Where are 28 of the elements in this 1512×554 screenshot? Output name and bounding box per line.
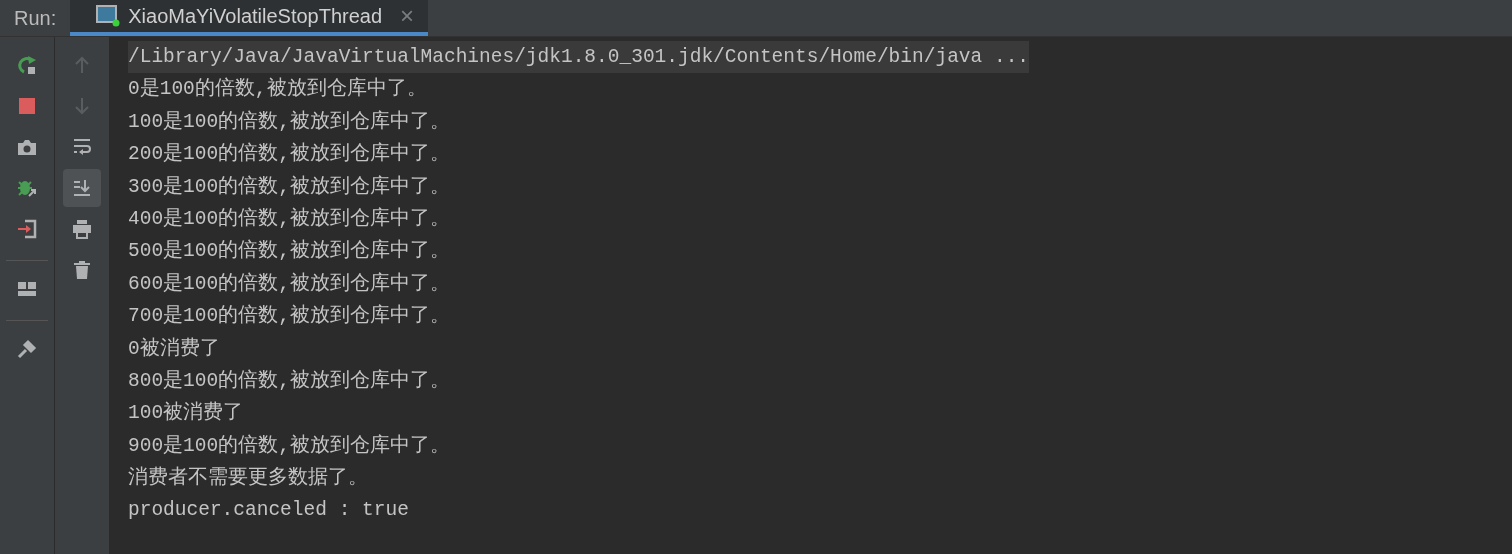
output-line: 300是100的倍数,被放到仓库中了。 bbox=[128, 174, 450, 200]
layout-icon bbox=[17, 279, 37, 299]
output-line: 400是100的倍数,被放到仓库中了。 bbox=[128, 206, 450, 232]
toolbar-button[interactable] bbox=[63, 169, 101, 207]
output-line: 800是100的倍数,被放到仓库中了。 bbox=[128, 368, 450, 394]
output-line: 消费者不需要更多数据了。 bbox=[128, 465, 368, 492]
scroll-to-end-icon bbox=[72, 178, 92, 198]
run-label: Run: bbox=[13, 5, 58, 31]
down-arrow-icon bbox=[72, 96, 92, 116]
output-line: 200是100的倍数,被放到仓库中了。 bbox=[128, 141, 450, 168]
output-line: 500是100的倍数,被放到仓库中了。 bbox=[128, 238, 450, 265]
bug-icon bbox=[17, 178, 37, 198]
output-line: 0是100的倍数,被放到仓库中了。 bbox=[128, 76, 427, 103]
output-line: 0被消费了 bbox=[128, 336, 220, 362]
rerun-icon bbox=[17, 55, 37, 75]
output-line: 700是100的倍数,被放到仓库中了。 bbox=[128, 303, 450, 330]
trash-icon bbox=[72, 260, 92, 280]
stop-icon bbox=[17, 96, 37, 116]
output-line: 600是100的倍数,被放到仓库中了。 bbox=[128, 271, 450, 297]
output-line: producer.canceled : true bbox=[128, 498, 409, 524]
exit-icon bbox=[17, 219, 37, 239]
printer-icon bbox=[72, 219, 92, 239]
camera-icon bbox=[17, 137, 37, 157]
wrap-icon bbox=[72, 137, 92, 157]
output-line: 100被消费了 bbox=[128, 400, 244, 427]
output-line: 900是100的倍数,被放到仓库中了。 bbox=[128, 433, 450, 459]
run-tab[interactable]: XiaoMaYiVolatileStopThread × bbox=[70, 0, 429, 36]
output-line: 100是100的倍数,被放到仓库中了。 bbox=[128, 109, 450, 135]
